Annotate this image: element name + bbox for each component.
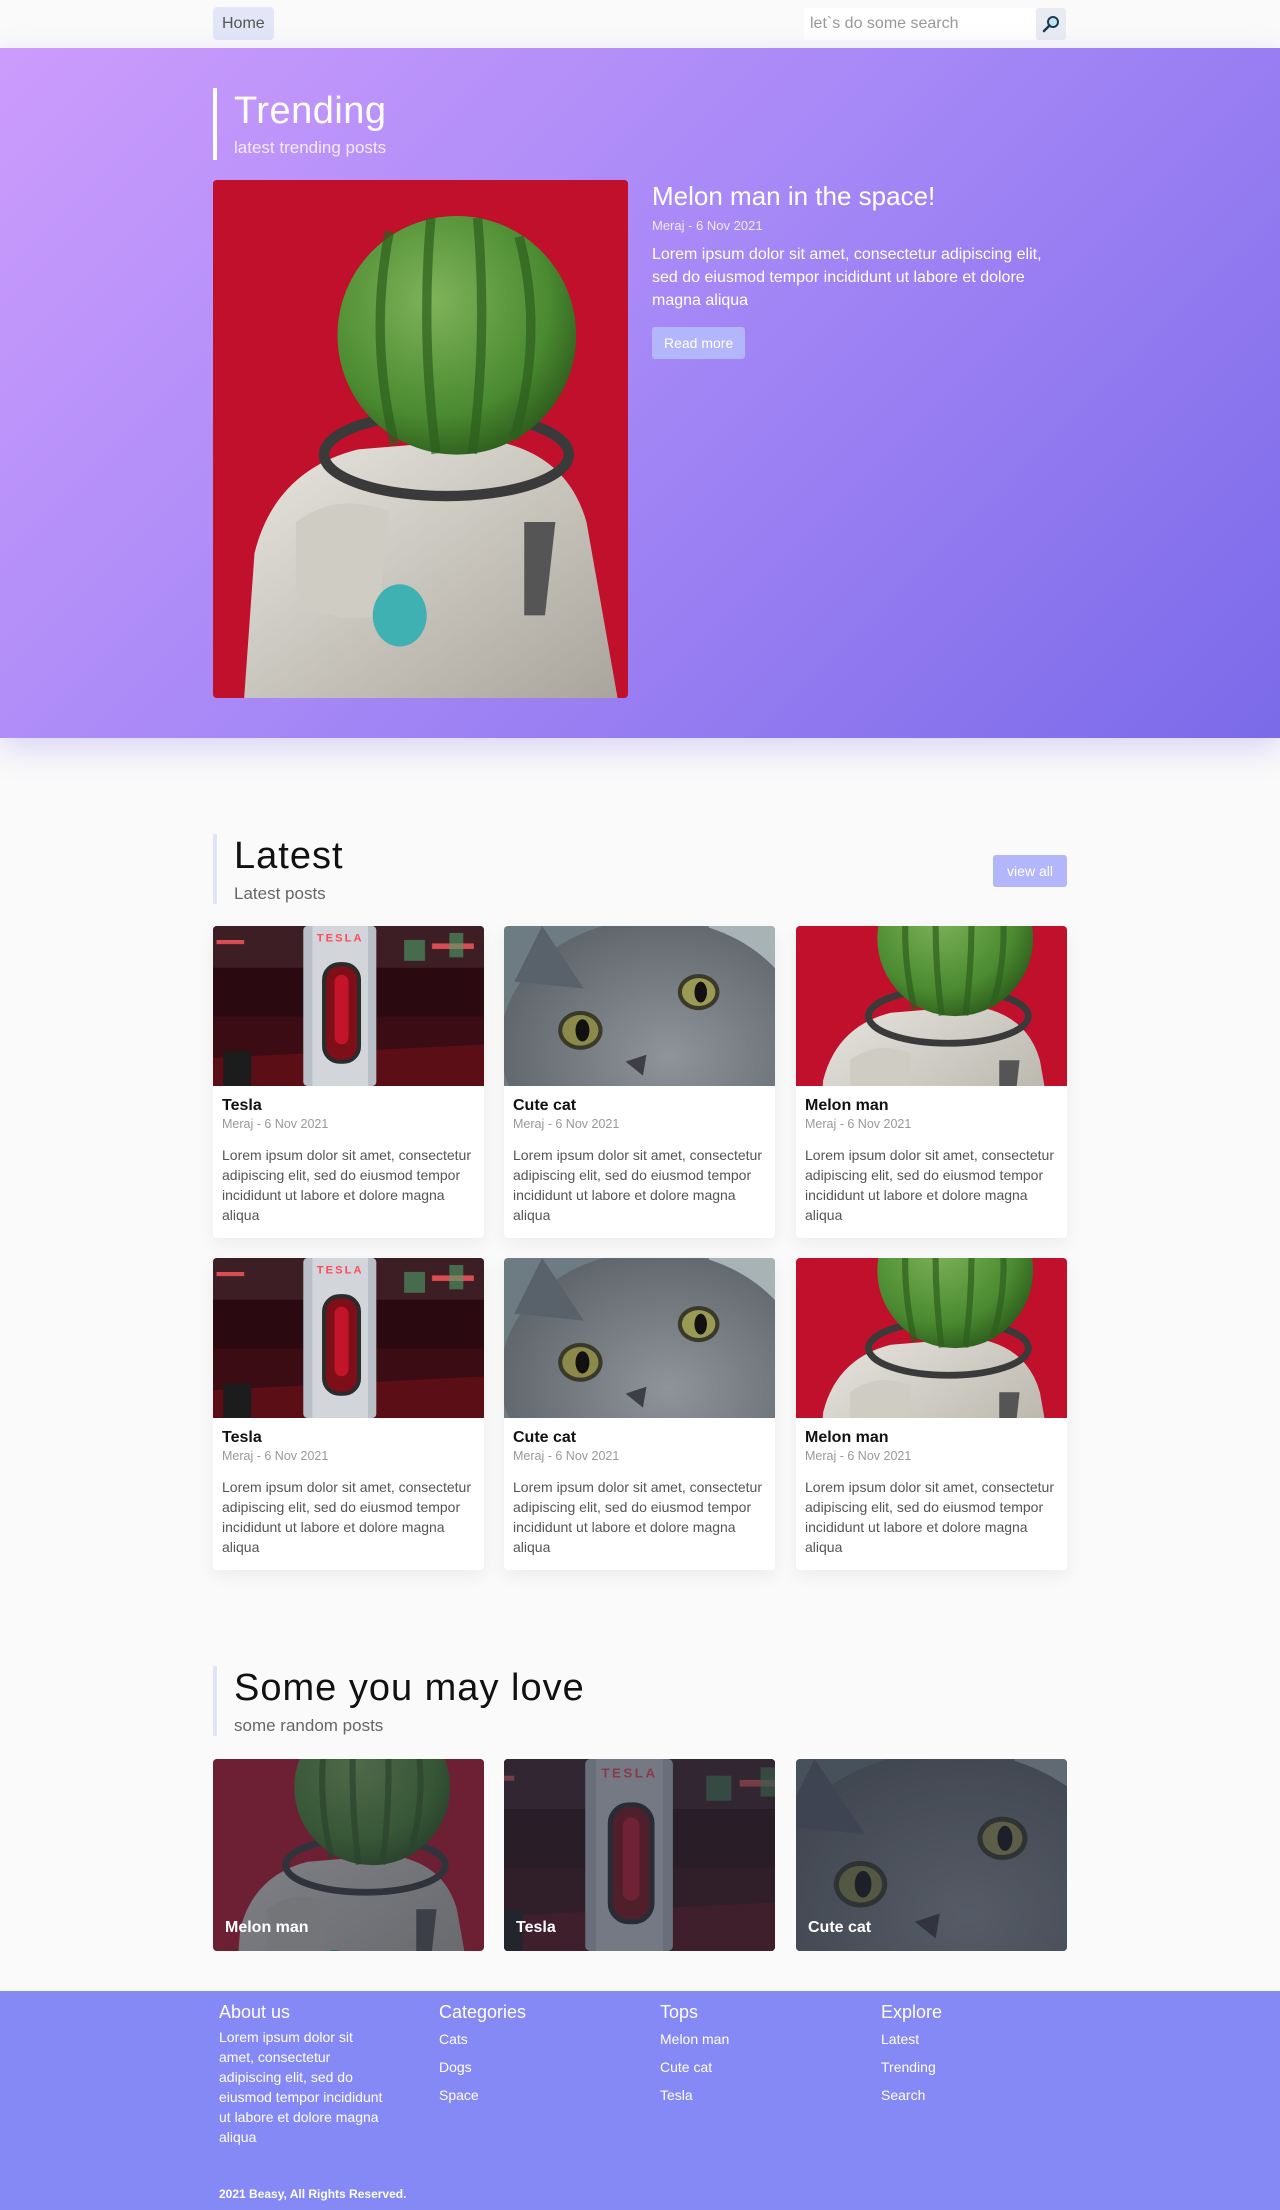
footer-heading: Tops — [660, 2002, 699, 2022]
trending-section: Trending latest trending posts Melon man… — [0, 48, 1280, 738]
footer-about: About us Lorem ipsum dolor sit amet, con… — [219, 2001, 389, 2147]
footer-heading: Categories — [439, 2002, 527, 2022]
trending-post-title[interactable]: Melon man in the space! — [652, 180, 1067, 212]
post-card[interactable]: Cute cat Meraj - 6 Nov 2021 Lorem ipsum … — [504, 1258, 775, 1570]
footer-link-trending[interactable]: Trending — [881, 2057, 1071, 2077]
cat-image — [504, 1258, 775, 1418]
search-button[interactable] — [1036, 8, 1066, 40]
footer: About us Lorem ipsum dolor sit amet, con… — [0, 1991, 1280, 2210]
section-subtitle: latest trending posts — [234, 138, 387, 157]
random-post-title: Melon man — [225, 1919, 309, 1936]
footer-heading: About us — [219, 2002, 291, 2022]
post-description: Lorem ipsum dolor sit amet, consectetur … — [513, 1147, 762, 1223]
post-title: Tesla — [222, 1097, 262, 1114]
post-description: Lorem ipsum dolor sit amet, consectetur … — [805, 1479, 1054, 1555]
post-meta: Meraj - 6 Nov 2021 — [222, 1117, 329, 1131]
copyright: 2021 Beasy, All Rights Reserved. — [219, 2187, 407, 2201]
magnifier-icon — [1042, 15, 1060, 33]
footer-link-cats[interactable]: Cats — [439, 2029, 629, 2049]
post-title: Cute cat — [513, 1429, 577, 1446]
post-meta: Meraj - 6 Nov 2021 — [222, 1449, 329, 1463]
post-card[interactable]: Cute cat Meraj - 6 Nov 2021 Lorem ipsum … — [504, 926, 775, 1238]
trending-post-description: Lorem ipsum dolor sit amet, consectetur … — [652, 246, 1042, 309]
top-navigation: Home — [0, 0, 1280, 48]
footer-link-tesla[interactable]: Tesla — [660, 2085, 850, 2105]
post-meta: Meraj - 6 Nov 2021 — [805, 1117, 912, 1131]
post-card[interactable]: Tesla Meraj - 6 Nov 2021 Lorem ipsum dol… — [213, 1258, 484, 1570]
post-card[interactable]: Tesla Meraj - 6 Nov 2021 Lorem ipsum dol… — [213, 926, 484, 1238]
random-post-title: Cute cat — [808, 1919, 872, 1936]
footer-link-latest[interactable]: Latest — [881, 2029, 1071, 2049]
love-heading: Some you may love some random posts — [213, 1666, 585, 1736]
trending-post-image[interactable] — [213, 180, 628, 698]
random-post-card[interactable]: Melon man — [213, 1759, 484, 1951]
post-description: Lorem ipsum dolor sit amet, consectetur … — [513, 1479, 762, 1555]
tesla-image — [213, 1258, 484, 1418]
about-text: Lorem ipsum dolor sit amet, consectetur … — [219, 2029, 383, 2145]
melon-man-image — [796, 1258, 1067, 1418]
post-description: Lorem ipsum dolor sit amet, consectetur … — [805, 1147, 1054, 1223]
post-card[interactable]: Melon man Meraj - 6 Nov 2021 Lorem ipsum… — [796, 1258, 1067, 1570]
latest-heading: Latest Latest posts — [213, 834, 344, 904]
random-post-card[interactable]: Tesla — [504, 1759, 775, 1951]
section-title: Some you may love — [234, 1667, 585, 1709]
cat-image — [504, 926, 775, 1086]
post-title: Melon man — [805, 1429, 889, 1446]
footer-heading: Explore — [881, 2002, 943, 2022]
post-meta: Meraj - 6 Nov 2021 — [513, 1449, 620, 1463]
section-title: Trending — [234, 90, 387, 132]
post-meta: Meraj - 6 Nov 2021 — [513, 1117, 620, 1131]
post-description: Lorem ipsum dolor sit amet, consectetur … — [222, 1479, 471, 1555]
random-post-card[interactable]: Cute cat — [796, 1759, 1067, 1951]
home-link[interactable]: Home — [213, 7, 274, 40]
post-description: Lorem ipsum dolor sit amet, consectetur … — [222, 1147, 471, 1223]
section-subtitle: some random posts — [234, 1716, 384, 1735]
post-title: Tesla — [222, 1429, 262, 1446]
random-post-title: Tesla — [516, 1919, 556, 1936]
footer-link-cute-cat[interactable]: Cute cat — [660, 2057, 850, 2077]
view-all-button[interactable]: view all — [993, 855, 1067, 887]
footer-link-melon-man[interactable]: Melon man — [660, 2029, 850, 2049]
read-more-button[interactable]: Read more — [652, 327, 746, 359]
footer-categories: Categories Cats Dogs Space — [439, 2001, 629, 2105]
trending-heading: Trending latest trending posts — [213, 88, 387, 160]
search-input[interactable] — [804, 8, 1036, 40]
section-subtitle: Latest posts — [234, 884, 326, 903]
footer-explore: Explore Latest Trending Search — [881, 2001, 1071, 2105]
post-meta: Meraj - 6 Nov 2021 — [805, 1449, 912, 1463]
trending-post: Melon man in the space! Meraj - 6 Nov 20… — [652, 180, 1067, 359]
trending-post-meta: Meraj - 6 Nov 2021 — [652, 218, 763, 233]
melon-man-image — [796, 926, 1067, 1086]
footer-link-space[interactable]: Space — [439, 2085, 629, 2105]
post-title: Cute cat — [513, 1097, 577, 1114]
footer-link-dogs[interactable]: Dogs — [439, 2057, 629, 2077]
post-title: Melon man — [805, 1097, 889, 1114]
footer-link-search[interactable]: Search — [881, 2085, 1071, 2105]
post-card[interactable]: Melon man Meraj - 6 Nov 2021 Lorem ipsum… — [796, 926, 1067, 1238]
footer-tops: Tops Melon man Cute cat Tesla — [660, 2001, 850, 2105]
tesla-image — [213, 926, 484, 1086]
section-title: Latest — [234, 835, 344, 877]
